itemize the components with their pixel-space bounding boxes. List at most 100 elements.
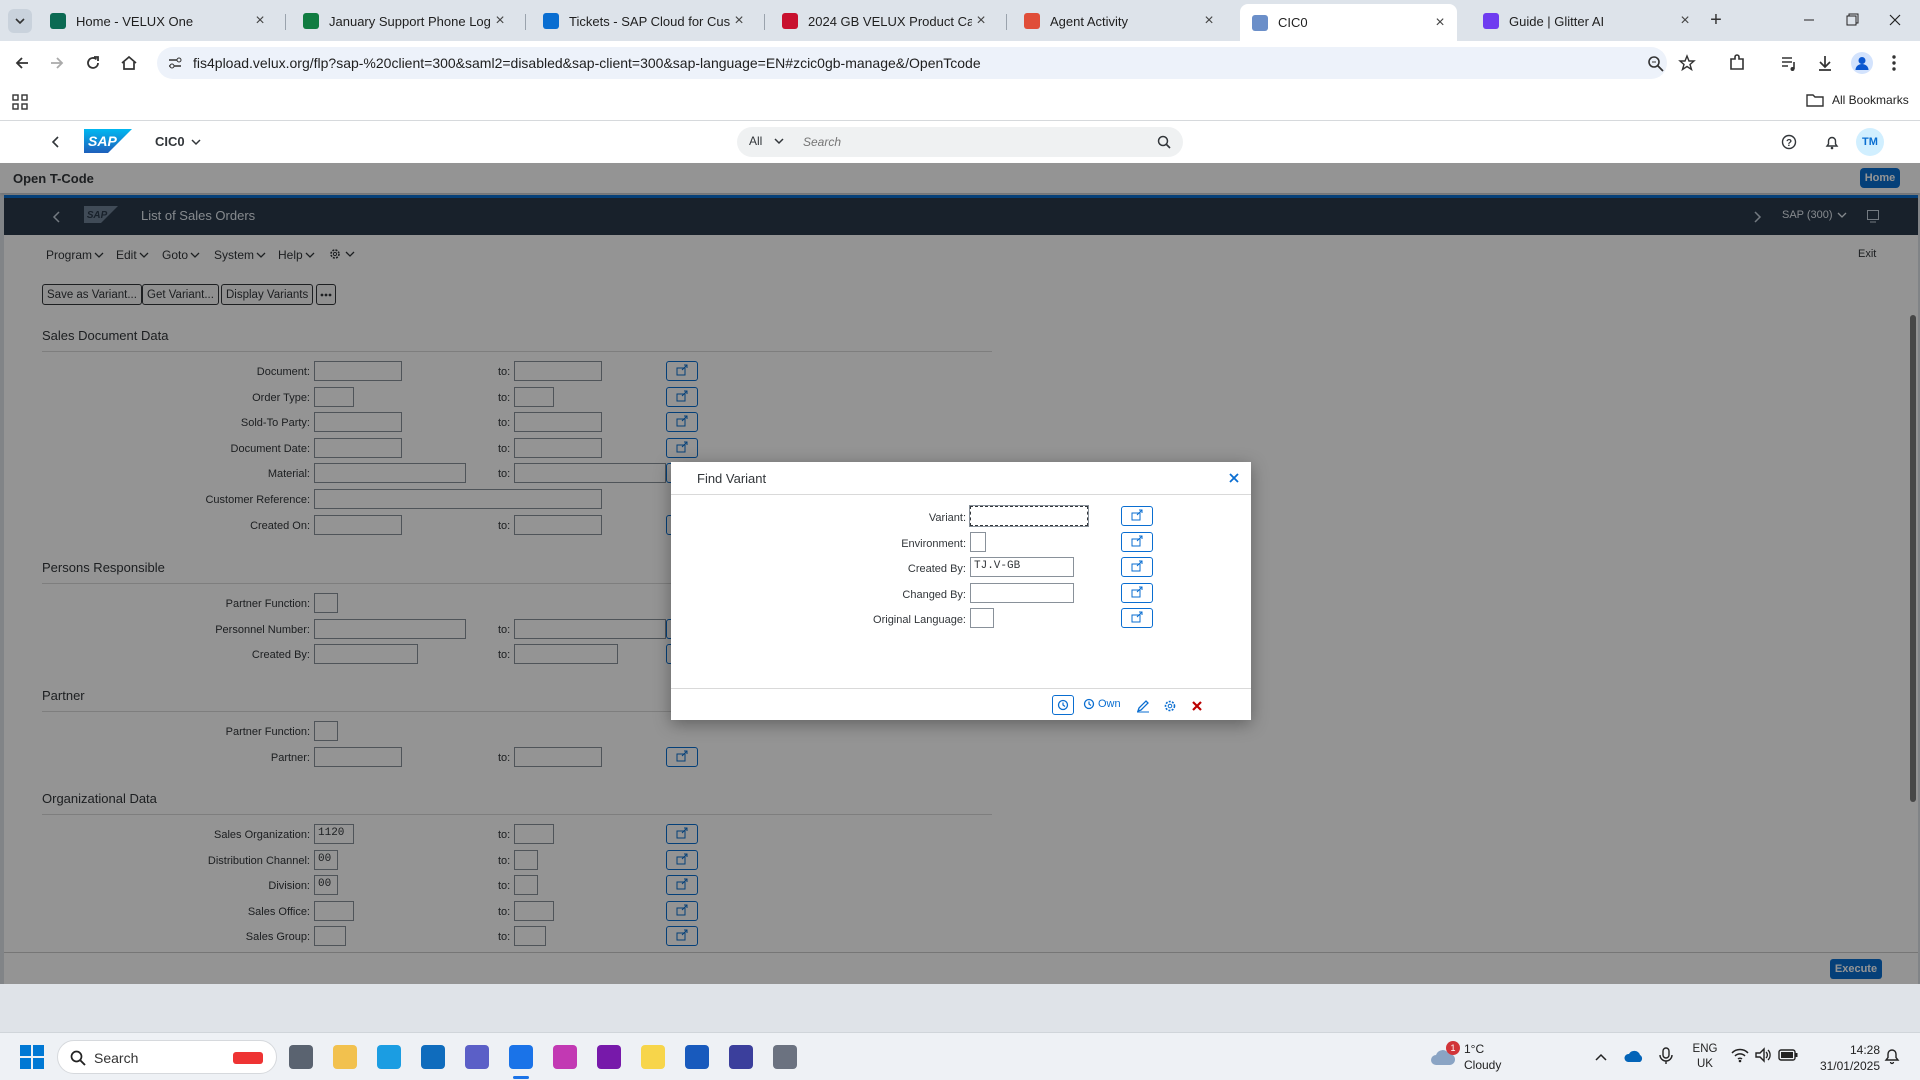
- volume-icon[interactable]: [1754, 1047, 1772, 1063]
- tab-close-icon[interactable]: ×: [491, 12, 509, 30]
- onedrive-icon[interactable]: [1624, 1047, 1644, 1065]
- shell-search-field[interactable]: All: [737, 127, 1183, 157]
- home-icon[interactable]: [119, 53, 139, 73]
- dialog-field-input[interactable]: TJ.V-GB: [970, 557, 1074, 578]
- gear-icon[interactable]: [1163, 699, 1177, 713]
- dialog-field-input[interactable]: [970, 531, 986, 552]
- powertoys-icon[interactable]: [729, 1045, 753, 1069]
- teams-icon[interactable]: [465, 1045, 489, 1069]
- user-avatar[interactable]: TM: [1856, 128, 1884, 156]
- shell-search-input[interactable]: [803, 133, 1133, 151]
- outlook-icon[interactable]: [421, 1045, 445, 1069]
- browser-tab[interactable]: 2024 GB VELUX Product Catalo…×: [770, 5, 998, 37]
- svg-text:SAP: SAP: [88, 133, 117, 149]
- reload-icon[interactable]: [83, 53, 103, 73]
- edit-pencil-icon[interactable]: [1136, 699, 1150, 713]
- language-indicator[interactable]: ENG UK: [1690, 1042, 1720, 1072]
- tab-search-button[interactable]: [8, 9, 32, 33]
- help-icon[interactable]: ?: [1781, 134, 1797, 150]
- tab-title: January Support Phone Log 20…: [329, 13, 491, 29]
- close-window-button[interactable]: [1881, 8, 1909, 32]
- wifi-icon[interactable]: [1731, 1047, 1749, 1063]
- browser-tab[interactable]: Tickets - SAP Cloud for Custom…×: [531, 5, 756, 37]
- app-title-menu[interactable]: CIC0: [155, 134, 203, 149]
- microphone-icon[interactable]: [1658, 1046, 1674, 1066]
- notification-bell-icon[interactable]: [1884, 1047, 1900, 1065]
- snipping-tool-icon[interactable]: [553, 1045, 577, 1069]
- file-explorer-icon[interactable]: [333, 1045, 357, 1069]
- tab-separator: [525, 14, 526, 30]
- word-icon[interactable]: [685, 1045, 709, 1069]
- dialog-multiple-selection-button[interactable]: [1121, 582, 1153, 603]
- notifications-bell-icon[interactable]: [1824, 134, 1840, 150]
- search-scope-select[interactable]: All: [749, 134, 786, 148]
- browser-tab[interactable]: Guide | Glitter AI ×: [1471, 5, 1702, 37]
- edge-icon[interactable]: [377, 1045, 401, 1069]
- dialog-multiple-selection-button[interactable]: [1121, 531, 1153, 552]
- download-icon[interactable]: [1815, 53, 1835, 73]
- site-info-icon[interactable]: [167, 56, 183, 70]
- dialog-field-input[interactable]: [970, 582, 1074, 603]
- dialog-field-label: Changed By:: [902, 588, 966, 601]
- all-bookmarks-button[interactable]: All Bookmarks: [1806, 92, 1909, 108]
- cancel-x-icon[interactable]: [1190, 699, 1204, 713]
- tab-close-icon[interactable]: ×: [251, 12, 269, 30]
- tab-close-icon[interactable]: ×: [972, 12, 990, 30]
- profile-avatar[interactable]: [1851, 52, 1873, 74]
- tab-close-icon[interactable]: ×: [730, 12, 748, 30]
- tab-favicon-icon: [782, 13, 798, 29]
- back-icon[interactable]: [12, 53, 32, 73]
- minimize-icon: [1804, 19, 1814, 21]
- extensions-icon[interactable]: [1727, 53, 1747, 73]
- dialog-field-input[interactable]: [970, 608, 994, 629]
- clock-date: 31/01/2025: [1819, 1059, 1880, 1073]
- new-tab-button[interactable]: +: [1704, 8, 1728, 32]
- search-icon: [70, 1050, 86, 1066]
- dialog-multiple-selection-button[interactable]: [1121, 506, 1153, 526]
- tab-separator: [285, 14, 286, 30]
- tab-close-icon[interactable]: ×: [1676, 12, 1694, 30]
- settings-gear-icon[interactable]: [773, 1045, 797, 1069]
- dialog-divider: [671, 494, 1251, 495]
- browser-tab[interactable]: Home - VELUX One ×: [38, 5, 277, 37]
- windows-start-icon[interactable]: [20, 1045, 44, 1069]
- close-icon[interactable]: [1227, 471, 1241, 485]
- search-icon[interactable]: [1157, 135, 1171, 149]
- dialog-field-input[interactable]: [969, 505, 1089, 527]
- task-view-icon[interactable]: [289, 1045, 313, 1069]
- browser-tab[interactable]: January Support Phone Log 20…×: [291, 5, 517, 37]
- dialog-multiple-selection-button[interactable]: [1121, 608, 1153, 629]
- restore-button[interactable]: [1838, 8, 1866, 32]
- chrome-icon[interactable]: [509, 1045, 533, 1069]
- all-bookmarks-label: All Bookmarks: [1832, 93, 1909, 107]
- media-control-icon[interactable]: [1779, 53, 1799, 73]
- own-variants-button[interactable]: Own: [1083, 698, 1121, 710]
- sap-logo[interactable]: SAP: [84, 129, 132, 153]
- minimize-button[interactable]: [1795, 8, 1823, 32]
- battery-icon[interactable]: [1778, 1048, 1798, 1062]
- weather-widget[interactable]: 1 1°C Cloudy: [1430, 1041, 1540, 1075]
- shell-back-icon[interactable]: [50, 135, 62, 149]
- bookmarks-bar: All Bookmarks: [0, 85, 1920, 121]
- chevron-up-icon[interactable]: [1594, 1051, 1608, 1063]
- tab-close-icon[interactable]: ×: [1200, 12, 1218, 30]
- browser-menu-icon[interactable]: [1890, 53, 1898, 73]
- forward-icon[interactable]: [47, 53, 67, 73]
- tab-close-icon[interactable]: ×: [1431, 14, 1449, 32]
- multiple-selection-icon: [1131, 611, 1143, 623]
- execute-search-button[interactable]: [1052, 695, 1074, 715]
- onenote-icon[interactable]: [597, 1045, 621, 1069]
- browser-tab[interactable]: Agent Activity ×: [1012, 5, 1226, 37]
- bookmark-star-icon[interactable]: [1678, 54, 1696, 72]
- sticky-notes-icon[interactable]: [641, 1045, 665, 1069]
- dialog-multiple-selection-button[interactable]: [1121, 557, 1153, 578]
- clock[interactable]: 14:28 31/01/2025: [1800, 1042, 1880, 1074]
- tab-separator: [764, 14, 765, 30]
- browser-tab[interactable]: CIC0 ×: [1240, 4, 1457, 41]
- folder-icon: [1806, 94, 1824, 107]
- tab-favicon-icon: [1483, 13, 1499, 29]
- apps-grid-icon[interactable]: [12, 94, 28, 110]
- zoom-icon[interactable]: [1647, 55, 1665, 73]
- tab-favicon-icon: [1024, 13, 1040, 29]
- taskbar-search-box[interactable]: Search: [57, 1040, 277, 1074]
